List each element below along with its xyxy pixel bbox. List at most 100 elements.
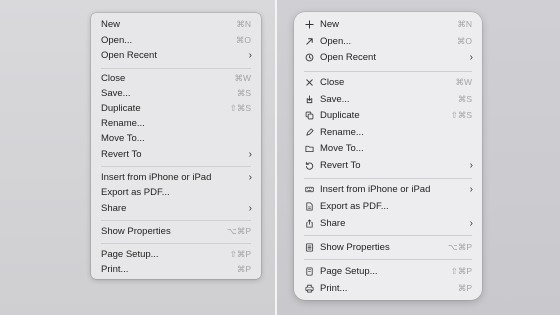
- chevron-right-icon: ›: [248, 149, 252, 160]
- chevron-right-icon: ›: [248, 172, 252, 183]
- menu-item-duplicate[interactable]: Duplicate ⇧⌘S: [91, 101, 261, 116]
- menu-item-open[interactable]: Open... ⌘O: [294, 34, 482, 49]
- file-menu-with-icons: New ⌘N Open... ⌘O Open Recent › Close ⌘W…: [294, 12, 482, 300]
- shortcut-label: ⌘N: [457, 19, 472, 29]
- menu-item-move-to[interactable]: Move To...: [294, 141, 482, 156]
- menu-separator: [304, 178, 472, 179]
- menu-item-page-setup[interactable]: Page Setup... ⇧⌘P: [91, 247, 261, 262]
- shortcut-label: ⇧⌘S: [229, 103, 251, 113]
- menu-item-label: New: [101, 19, 121, 30]
- shortcut-label: ⌘N: [236, 19, 251, 29]
- printer-icon: [304, 283, 315, 294]
- shortcut-label: ⌘P: [457, 283, 472, 293]
- menu-item-insert-from-iphone[interactable]: Insert from iPhone or iPad ›: [91, 170, 261, 185]
- menu-item-label: Save...: [101, 88, 131, 99]
- shortcut-label: ⌘S: [236, 88, 251, 98]
- menu-item-export-pdf[interactable]: Export as PDF...: [91, 185, 261, 200]
- menu-item-show-properties[interactable]: Show Properties ⌥⌘P: [294, 240, 482, 255]
- menu-item-open-recent[interactable]: Open Recent ›: [91, 48, 261, 63]
- page-setup-icon: [304, 266, 315, 277]
- menu-item-share[interactable]: Share ›: [91, 201, 261, 216]
- clock-icon: [304, 52, 315, 63]
- menu-item-label: Duplicate: [320, 110, 360, 121]
- revert-icon: [304, 160, 315, 171]
- pencil-icon: [304, 127, 315, 138]
- menu-separator: [101, 243, 251, 244]
- menu-item-revert-to[interactable]: Revert To ›: [294, 158, 482, 173]
- menu-item-print[interactable]: Print... ⌘P: [91, 262, 261, 277]
- menu-item-label: Open...: [320, 36, 352, 47]
- shortcut-label: ⌘O: [456, 36, 472, 46]
- chevron-right-icon: ›: [248, 203, 252, 214]
- menu-item-label: Revert To: [101, 149, 142, 160]
- menu-item-new[interactable]: New ⌘N: [91, 17, 261, 32]
- menu-item-label: Insert from iPhone or iPad: [101, 172, 212, 183]
- menu-item-label: Print...: [101, 264, 129, 275]
- menu-item-show-properties[interactable]: Show Properties ⌥⌘P: [91, 224, 261, 239]
- xmark-icon: [304, 77, 315, 88]
- menu-item-label: Move To...: [320, 143, 364, 154]
- shortcut-label: ⌥⌘P: [448, 242, 472, 252]
- keyboard-icon: [304, 184, 315, 195]
- menu-item-save[interactable]: Save... ⌘S: [91, 86, 261, 101]
- menu-separator: [101, 68, 251, 69]
- menu-item-label: Revert To: [320, 160, 361, 171]
- chevron-right-icon: ›: [248, 50, 252, 61]
- menu-item-label: Show Properties: [320, 242, 390, 253]
- menu-item-save[interactable]: Save... ⌘S: [294, 92, 482, 107]
- menu-item-label: Close: [101, 73, 126, 84]
- menu-item-label: Save...: [320, 94, 350, 105]
- menu-item-label: Rename...: [320, 127, 364, 138]
- shortcut-label: ⇧⌘S: [450, 110, 472, 120]
- menu-item-close[interactable]: Close ⌘W: [91, 71, 261, 86]
- menu-item-label: Insert from iPhone or iPad: [320, 184, 431, 195]
- menu-item-label: Open Recent: [101, 50, 157, 61]
- menu-item-label: Move To...: [101, 133, 145, 144]
- menu-item-duplicate[interactable]: Duplicate ⇧⌘S: [294, 108, 482, 123]
- chevron-right-icon: ›: [469, 184, 473, 195]
- menu-separator: [304, 259, 472, 260]
- menu-item-open-recent[interactable]: Open Recent ›: [294, 50, 482, 65]
- menu-item-label: Rename...: [101, 118, 145, 129]
- menu-item-insert-from-iphone[interactable]: Insert from iPhone or iPad ›: [294, 182, 482, 197]
- shortcut-label: ⌘W: [455, 77, 472, 87]
- menu-item-label: Close: [320, 77, 345, 88]
- menu-item-export-pdf[interactable]: Export as PDF...: [294, 199, 482, 214]
- menu-item-label: Export as PDF...: [101, 187, 170, 198]
- menu-item-new[interactable]: New ⌘N: [294, 17, 482, 32]
- shortcut-label: ⌥⌘P: [227, 226, 251, 236]
- plus-icon: [304, 19, 315, 30]
- shortcut-label: ⇧⌘P: [450, 266, 472, 276]
- menu-item-label: Duplicate: [101, 103, 141, 114]
- menu-item-label: Share: [320, 218, 346, 229]
- save-icon: [304, 94, 315, 105]
- shortcut-label: ⌘O: [235, 35, 251, 45]
- file-menu-classic: New ⌘N Open... ⌘O Open Recent › Close ⌘W…: [91, 13, 261, 279]
- arrow-up-right-icon: [304, 36, 315, 47]
- shortcut-label: ⌘P: [236, 264, 251, 274]
- menu-item-rename[interactable]: Rename...: [91, 116, 261, 131]
- menu-item-open[interactable]: Open... ⌘O: [91, 33, 261, 48]
- properties-icon: [304, 242, 315, 253]
- menu-item-page-setup[interactable]: Page Setup... ⇧⌘P: [294, 264, 482, 279]
- menu-separator: [101, 220, 251, 221]
- menu-item-label: Show Properties: [101, 226, 171, 237]
- menu-item-label: Print...: [320, 283, 348, 294]
- chevron-right-icon: ›: [469, 218, 473, 229]
- shortcut-label: ⌘W: [234, 73, 251, 83]
- menu-item-revert-to[interactable]: Revert To ›: [91, 147, 261, 162]
- menu-separator: [304, 235, 472, 236]
- menu-item-rename[interactable]: Rename...: [294, 125, 482, 140]
- shortcut-label: ⇧⌘P: [229, 249, 251, 259]
- duplicate-icon: [304, 110, 315, 121]
- menu-item-label: Page Setup...: [320, 266, 378, 277]
- document-icon: [304, 201, 315, 212]
- menu-item-label: Open...: [101, 35, 133, 46]
- share-icon: [304, 218, 315, 229]
- menu-item-print[interactable]: Print... ⌘P: [294, 281, 482, 296]
- menu-item-close[interactable]: Close ⌘W: [294, 75, 482, 90]
- folder-icon: [304, 143, 315, 154]
- menu-item-move-to[interactable]: Move To...: [91, 131, 261, 146]
- menu-item-label: Share: [101, 203, 127, 214]
- menu-item-share[interactable]: Share ›: [294, 216, 482, 231]
